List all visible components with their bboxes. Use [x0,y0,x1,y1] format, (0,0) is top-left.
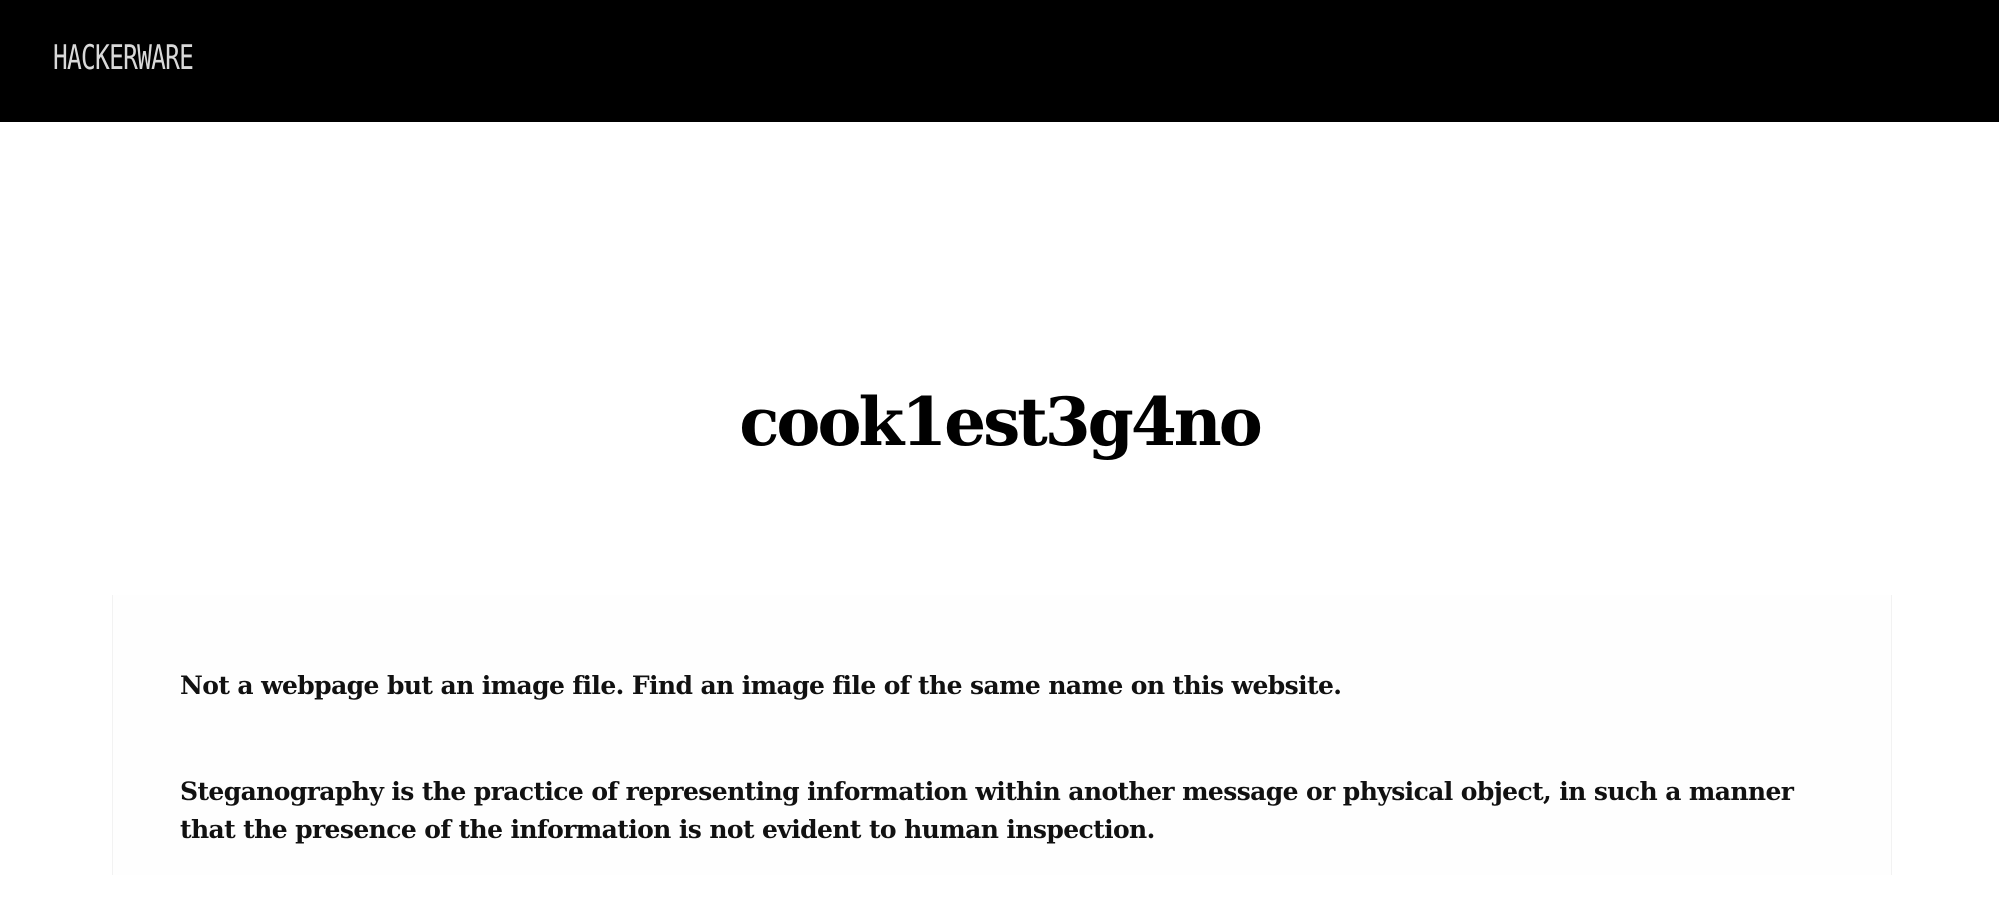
top-navbar: HACKERWARE [0,0,1999,122]
site-logo[interactable]: HACKERWARE [53,38,194,78]
content-panel: Not a webpage but an image file. Find an… [112,595,1892,875]
hint-paragraph: Not a webpage but an image file. Find an… [180,671,1342,700]
steganography-description: Steganography is the practice of represe… [180,777,1794,844]
page-title: cook1est3g4no [739,383,1263,461]
